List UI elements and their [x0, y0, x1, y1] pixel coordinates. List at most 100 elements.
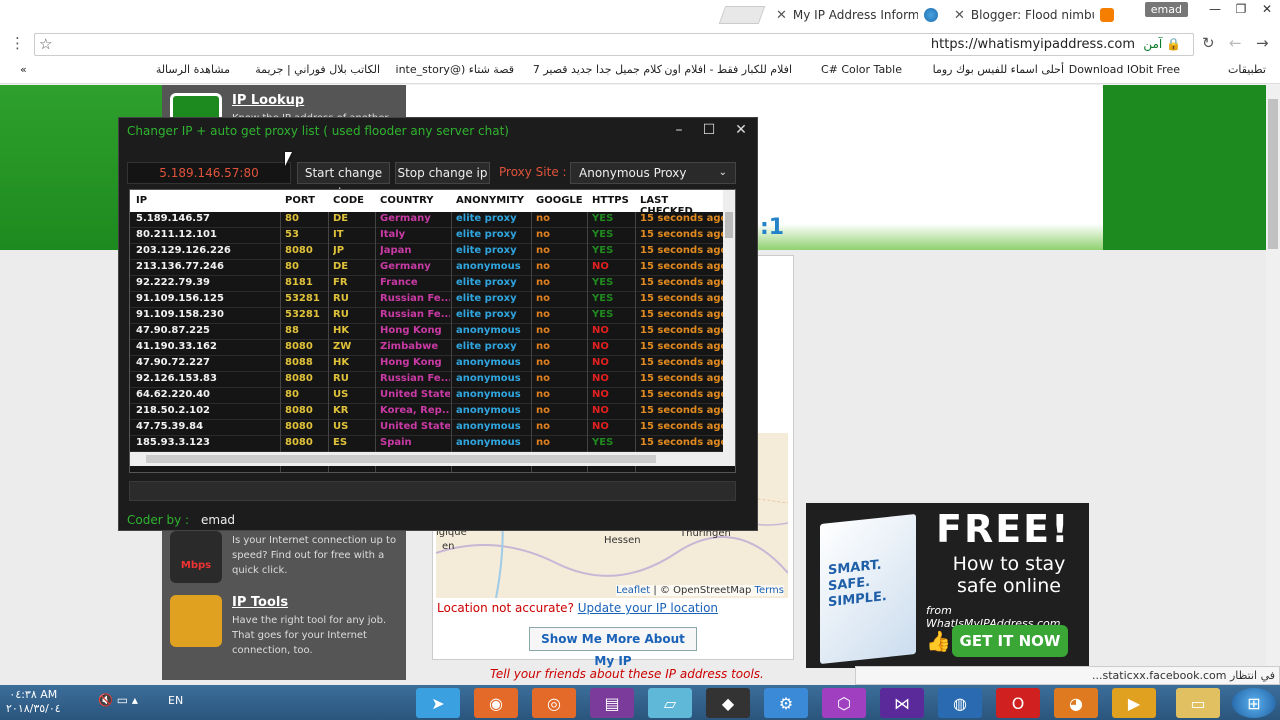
visual-studio-icon[interactable]: ⋈ [880, 688, 924, 718]
screenshot-app-icon[interactable]: ◉ [474, 688, 518, 718]
proxy-table[interactable]: IP PORT CODE COUNTRY ANONYMITY GOOGLE HT… [129, 189, 736, 473]
media-player-icon[interactable]: ▶ [1112, 688, 1156, 718]
proxy-site-select[interactable]: Anonymous Proxy ⌄ [570, 162, 736, 184]
profile-badge[interactable]: emad [1144, 2, 1188, 17]
current-ip-field[interactable]: 5.189.146.57:80 [127, 162, 291, 184]
cell-ip: 203.129.126.226 [136, 245, 231, 256]
column-header[interactable]: ANONYMITY [456, 195, 524, 206]
window-title: Changer IP + auto get proxy list ( used … [127, 124, 509, 138]
system-clock[interactable]: ٠٤:٣٨ AM ٢٠١٨/٣٥/٠٤ [6, 688, 61, 716]
bookmark-item[interactable]: أحلى اسماء للفيس بوك روما [933, 63, 1064, 76]
page-scrollbar[interactable] [1266, 85, 1280, 685]
column-header[interactable]: HTTPS [592, 195, 629, 206]
cell-https: NO [592, 373, 609, 384]
leaflet-link[interactable]: Leaflet [616, 585, 650, 596]
bookmark-item[interactable]: Download IObit Free [1069, 63, 1180, 76]
minimize-icon[interactable]: — [1202, 0, 1228, 20]
minimize-icon[interactable]: – [667, 122, 691, 138]
clock-time: ٠٤:٣٨ AM [9, 688, 58, 701]
cell-ip: 213.136.77.246 [136, 261, 224, 272]
scroll-thumb[interactable] [146, 455, 656, 463]
winrar-icon[interactable]: ▤ [590, 688, 634, 718]
maximize-icon[interactable]: ☐ [697, 122, 721, 138]
cell-port: 80 [285, 389, 299, 400]
back-icon[interactable]: → [1256, 34, 1269, 52]
language-indicator[interactable]: EN [168, 694, 183, 707]
cell-anonymity: elite proxy [456, 341, 517, 352]
menu-icon[interactable]: ⋮ [10, 34, 25, 52]
cell-country: France [380, 277, 418, 288]
tray-icons[interactable]: 🔇 ▭ ▴ [98, 693, 138, 707]
cell-https: YES [592, 213, 614, 224]
update-location-link[interactable]: Update your IP location [578, 601, 718, 615]
sidebar-item-title[interactable]: IP Lookup [232, 93, 304, 108]
bookmark-apps[interactable]: تطبيقات [1228, 63, 1266, 76]
nox-player-icon[interactable]: ◆ [706, 688, 750, 718]
cell-port: 80 [285, 213, 299, 224]
rocket-app-icon[interactable]: ➤ [416, 688, 460, 718]
cell-port: 53281 [285, 293, 320, 304]
map-label: en [442, 541, 455, 552]
scroll-thumb[interactable] [1268, 99, 1278, 249]
scroll-thumb[interactable] [725, 212, 733, 238]
bookmark-item[interactable]: مشاهدة الرسالة [156, 63, 230, 76]
maximize-icon[interactable]: ❐ [1228, 0, 1254, 20]
new-tab-button[interactable] [718, 6, 766, 24]
star-icon[interactable]: ☆ [39, 35, 52, 53]
cell-anonymity: anonymous [456, 261, 521, 272]
column-header[interactable]: CODE [333, 195, 364, 206]
column-header[interactable]: GOOGLE [536, 195, 583, 206]
table-horizontal-scrollbar[interactable] [130, 452, 735, 466]
opera-icon[interactable]: O [996, 688, 1040, 718]
column-header[interactable]: PORT [285, 195, 315, 206]
terms-link[interactable]: Terms [755, 585, 784, 596]
cell-google: no [536, 293, 550, 304]
ip-heading-fragment: :1 [760, 215, 785, 240]
bookmarks-more[interactable]: « [20, 63, 27, 76]
reload-icon[interactable]: ↻ [1202, 34, 1215, 52]
cell-country: United States [380, 421, 450, 432]
close-icon[interactable]: ✕ [1254, 0, 1280, 20]
tab-myip[interactable]: ✕ My IP Address Informatic [770, 2, 945, 28]
close-icon[interactable]: ✕ [954, 8, 965, 23]
get-it-now-button[interactable]: GET IT NOW [952, 625, 1068, 657]
show-more-button[interactable]: Show Me More About My IP [529, 627, 697, 668]
address-field[interactable]: ☆ https://whatismyipaddress.com آمن 🔒 [34, 33, 1194, 56]
bookmark-item[interactable]: كلام جميل جدا جديد قصير 7 [533, 63, 662, 76]
start-change-ip-button[interactable]: Start change ip [297, 162, 390, 200]
cell-port: 8080 [285, 245, 313, 256]
column-header[interactable]: COUNTRY [380, 195, 434, 206]
chrome-icon[interactable]: ◍ [938, 688, 982, 718]
column-divider [280, 212, 281, 472]
close-icon[interactable]: ✕ [729, 122, 753, 138]
gears-app-icon[interactable]: ⚙ [764, 688, 808, 718]
close-icon[interactable]: ✕ [776, 8, 787, 23]
bookmark-item[interactable]: C# Color Table [821, 63, 902, 76]
ef-app-icon[interactable]: ⬡ [822, 688, 866, 718]
cell-port: 8080 [285, 341, 313, 352]
map-credit-text: | © OpenStreetMap [653, 585, 752, 596]
cell-ip: 5.189.146.57 [136, 213, 211, 224]
cell-https: YES [592, 309, 614, 320]
ip-changer-window: Changer IP + auto get proxy list ( used … [118, 117, 758, 531]
notepad-icon[interactable]: ▱ [648, 688, 692, 718]
column-header[interactable]: IP [136, 195, 147, 206]
stop-change-ip-button[interactable]: Stop change ip [395, 162, 490, 184]
bookmark-item[interactable]: الكاتب بلال فوراني | جريمة [255, 63, 380, 76]
tab-blogger[interactable]: ✕ Blogger: Flood nimbuzz [948, 2, 1120, 28]
firefox-icon[interactable]: ◕ [1054, 688, 1098, 718]
ebook-cover: SMART. SAFE. SIMPLE. [820, 513, 916, 665]
table-vertical-scrollbar[interactable] [723, 190, 735, 452]
cell-anonymity: elite proxy [456, 229, 517, 240]
bookmark-item[interactable]: قصة شتاء (@inte_story [396, 63, 514, 76]
bookmark-item[interactable]: افلام للكبار فقط - افلام اون [664, 63, 792, 76]
file-explorer-icon[interactable]: ▭ [1176, 688, 1220, 718]
forward-icon[interactable]: ← [1229, 34, 1242, 52]
mouse-cursor [285, 152, 292, 166]
ad-banner[interactable]: SMART. SAFE. SIMPLE. FREE! How to stay s… [806, 503, 1089, 668]
recorder-app-icon[interactable]: ◎ [532, 688, 576, 718]
start-button-icon[interactable]: ⊞ [1232, 688, 1276, 718]
sidebar-item-title[interactable]: IP Tools [232, 595, 288, 610]
cell-country: Hong Kong [380, 325, 442, 336]
cell-google: no [536, 437, 550, 448]
